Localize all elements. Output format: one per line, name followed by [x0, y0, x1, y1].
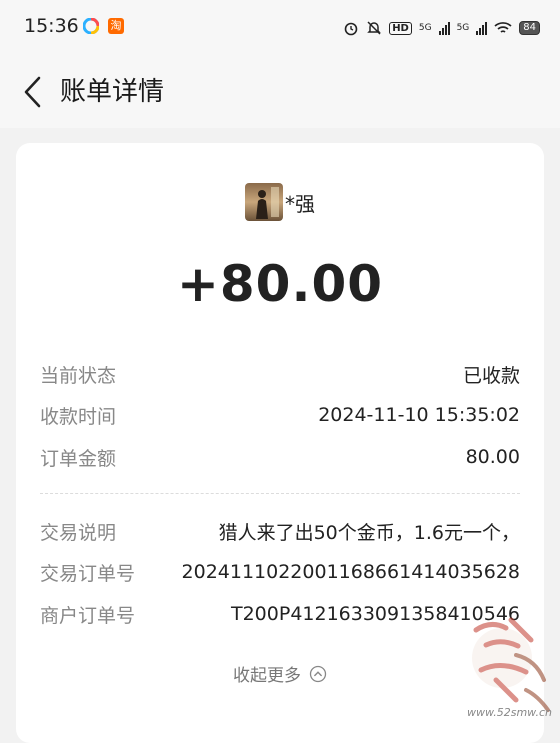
payer-info: *强 [16, 183, 544, 221]
avatar [245, 183, 283, 221]
transaction-row: 商户订单号 T200P41216330913584​10546 [40, 599, 520, 629]
amount-value: +80.00 [176, 255, 384, 313]
payer-name: *强 [285, 191, 315, 216]
detail-label: 收款时间 [40, 405, 117, 428]
transaction-value: 猎人来了出50个金币，1.6元一个， [218, 521, 520, 544]
collapse-more-label: 收起更多 [233, 666, 301, 686]
transaction-row: 交易订单号 20241110220011686614140356​28 [40, 557, 520, 587]
watermark-url: www.52smw.cn [466, 706, 552, 719]
transaction-label: 交易订单号 [40, 562, 136, 585]
detail-value: 80.00 [465, 446, 520, 468]
transaction-label: 商户订单号 [40, 604, 136, 627]
chevron-up-circle-icon [309, 665, 327, 682]
detail-label: 当前状态 [40, 364, 117, 387]
status-bar: 15:36 淘 HD 5G 5G 84 [0, 0, 560, 58]
detail-value: 已收款 [462, 364, 520, 387]
signal-icon [438, 21, 450, 35]
status-time: 15:36 [24, 15, 79, 37]
signal-icon-2 [476, 21, 488, 35]
detail-label: 订单金额 [40, 447, 117, 470]
page-title: 账单详情 [60, 77, 165, 107]
bell-off-icon [367, 21, 381, 35]
detail-row: 当前状态 已收款 [40, 359, 520, 389]
transaction-row: 交易说明 猎人来了出50个金币，1.6元一个， [40, 516, 520, 546]
app-icon [83, 18, 99, 34]
wifi-icon [494, 22, 512, 33]
detail-value: 2024-11-10 15:35:02 [318, 404, 520, 426]
network-type-2: 5G [456, 23, 470, 33]
system-icons: HD 5G 5G 84 [343, 18, 540, 38]
battery-indicator: 84 [519, 21, 540, 35]
detail-row: 订单金额 80.00 [40, 442, 520, 472]
dashed-divider [40, 493, 520, 494]
transaction-label: 交易说明 [40, 521, 117, 544]
chevron-left-icon[interactable] [20, 74, 46, 110]
hd-indicator: HD [389, 21, 412, 35]
alarm-icon [344, 22, 358, 36]
detail-row: 收款时间 2024-11-10 15:35:02 [40, 400, 520, 430]
taobao-app-icon: 淘 [108, 18, 124, 34]
network-type-1: 5G [418, 23, 432, 33]
transaction-value[interactable]: 20241110220011686614140356​28 [182, 561, 520, 583]
